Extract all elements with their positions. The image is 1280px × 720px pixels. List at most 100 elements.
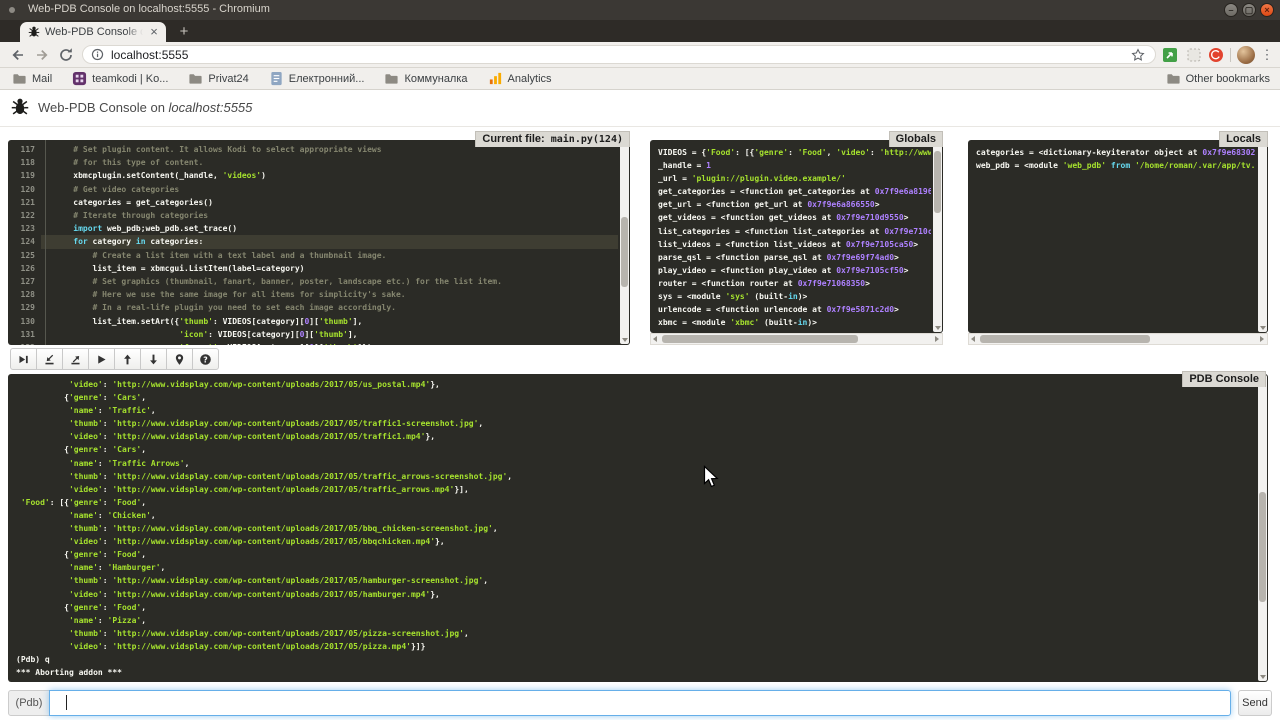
line-code: xbmcplugin.setContent(_handle, 'videos') <box>41 169 618 182</box>
scroll-right-arrow[interactable] <box>1257 334 1267 344</box>
help-button[interactable]: ? <box>192 348 219 370</box>
output-line: web_pdb = <module 'web_pdb' from '/home/… <box>976 159 1256 172</box>
line-number: 117 <box>8 143 41 156</box>
code-line-123: 123 import web_pdb;web_pdb.set_trace() <box>8 222 618 235</box>
scroll-left-arrow[interactable] <box>969 334 979 344</box>
code-line-122: 122 # Iterate through categories <box>8 209 618 222</box>
locals-hscroll-thumb[interactable] <box>980 335 1150 343</box>
up-button[interactable] <box>114 348 141 370</box>
red-circle-extension-icon[interactable] <box>1208 47 1224 63</box>
output-line: 'thumb': 'http://www.vidsplay.com/wp-con… <box>16 522 1254 535</box>
globals-scroll-thumb[interactable] <box>934 151 941 213</box>
line-code: # In a real-life plugin you need to set … <box>41 301 618 314</box>
code-scroll-thumb[interactable] <box>621 217 628 287</box>
scroll-right-arrow[interactable] <box>932 334 942 344</box>
maximize-button[interactable]: ▢ <box>1242 3 1256 17</box>
locals-vertical-scrollbar[interactable] <box>1258 141 1267 332</box>
forward-icon[interactable] <box>34 47 50 63</box>
site-info-icon[interactable] <box>91 48 104 61</box>
bookmark-label: Analytics <box>508 73 552 85</box>
output-line: 'video': 'http://www.vidsplay.com/wp-con… <box>16 640 1254 653</box>
bookmark-item-1[interactable]: Mail <box>12 71 52 86</box>
folder-icon <box>1166 71 1181 86</box>
line-code: # Create a list item with a text label a… <box>41 249 618 262</box>
line-number: 129 <box>8 301 41 314</box>
line-number: 131 <box>8 328 41 341</box>
output-line: {'genre': 'Food', <box>16 601 1254 614</box>
close-button[interactable]: × <box>1260 3 1274 17</box>
globals-hscroll-thumb[interactable] <box>662 335 858 343</box>
bookmark-item-3[interactable]: Privat24 <box>188 71 248 86</box>
console-scroll-thumb[interactable] <box>1259 492 1266 602</box>
bookmark-star-icon[interactable] <box>1131 48 1145 62</box>
where-icon <box>173 353 186 366</box>
line-number: 132 <box>8 341 41 345</box>
locals-panel: Locals categories = <dictionary-keyitera… <box>968 131 1268 345</box>
code-vertical-scrollbar[interactable] <box>620 141 629 344</box>
disabled-extension-icon[interactable] <box>1186 47 1202 63</box>
current-file-panel: Current file: main.py(124) 117 # Set plu… <box>8 131 630 345</box>
bookmark-item-4[interactable]: Електронний... <box>269 71 365 86</box>
step-button[interactable] <box>36 348 63 370</box>
tab-webpdb[interactable]: Web-PDB Console on loc × <box>20 22 166 42</box>
where-button[interactable] <box>166 348 193 370</box>
output-line: 'name': 'Traffic Arrows', <box>16 457 1254 470</box>
down-button[interactable] <box>140 348 167 370</box>
code-line-132: 132 'fanart': VIDEOS[category][0]['thumb… <box>8 341 618 345</box>
output-line: get_videos = <function get_videos at 0x7… <box>658 211 931 224</box>
globals-horizontal-scrollbar[interactable] <box>650 333 943 345</box>
code-line-131: 131 'icon': VIDEOS[category][0]['thumb']… <box>8 328 618 341</box>
line-code: 'fanart': VIDEOS[category][0]['thumb']}) <box>41 341 618 345</box>
maximize-icon: ▢ <box>1243 4 1255 16</box>
bookmark-item-2[interactable]: teamkodi | Ko... <box>72 71 168 86</box>
scroll-down-arrow[interactable] <box>620 335 629 344</box>
send-button[interactable]: Send <box>1238 690 1272 716</box>
output-line: 'video': 'http://www.vidsplay.com/wp-con… <box>16 378 1254 391</box>
other-bookmarks-button[interactable]: Other bookmarks <box>1166 71 1270 86</box>
minimize-button[interactable]: – <box>1224 3 1238 17</box>
line-number: 120 <box>8 183 41 196</box>
kodi-icon <box>72 71 87 86</box>
tab-close-icon[interactable]: × <box>146 24 162 40</box>
green-arrow-extension-icon[interactable] <box>1162 47 1178 63</box>
bookmarks-bar: Mail teamkodi | Ko... Privat24 Електронний.… <box>0 68 1280 90</box>
gutter-divider <box>45 140 46 345</box>
scroll-down-arrow[interactable] <box>1258 323 1267 332</box>
next-button[interactable] <box>10 348 37 370</box>
continue-button[interactable] <box>88 348 115 370</box>
line-code: # Get video categories <box>41 183 618 196</box>
scroll-down-arrow[interactable] <box>1258 672 1267 681</box>
browser-menu-icon[interactable]: ⋮ <box>1260 46 1274 64</box>
line-number: 126 <box>8 262 41 275</box>
bookmark-item-5[interactable]: Коммуналка <box>384 71 467 86</box>
pdb-command-input[interactable] <box>49 690 1231 716</box>
globals-label: Globals <box>889 131 943 147</box>
reload-icon[interactable] <box>58 47 74 63</box>
tab-strip: Web-PDB Console on loc × + <box>0 20 1280 42</box>
locals-view: categories = <dictionary-keyiterator obj… <box>968 140 1268 333</box>
address-bar[interactable]: localhost:5555 <box>82 45 1156 64</box>
doc-icon <box>269 71 284 86</box>
scroll-down-arrow[interactable] <box>933 323 942 332</box>
bookmark-item-6[interactable]: Analytics <box>488 71 552 86</box>
line-code: # Here we use the same image for all ite… <box>41 288 618 301</box>
back-icon[interactable] <box>10 47 26 63</box>
new-tab-button[interactable]: + <box>176 24 192 40</box>
output-line: router = <function router at 0x7f9e71068… <box>658 277 931 290</box>
analytics-icon <box>488 71 503 86</box>
pdb-console-view: 'video': 'http://www.vidsplay.com/wp-con… <box>8 374 1268 682</box>
line-code: # Iterate through categories <box>41 209 618 222</box>
locals-horizontal-scrollbar[interactable] <box>968 333 1268 345</box>
console-vertical-scrollbar[interactable] <box>1258 375 1267 681</box>
return-button[interactable] <box>62 348 89 370</box>
line-number: 130 <box>8 315 41 328</box>
scroll-left-arrow[interactable] <box>651 334 661 344</box>
output-line: 'thumb': 'http://www.vidsplay.com/wp-con… <box>16 417 1254 430</box>
browser-toolbar: localhost:5555 ⋮ <box>0 42 1280 68</box>
profile-avatar[interactable] <box>1237 46 1255 64</box>
globals-vertical-scrollbar[interactable] <box>933 141 942 332</box>
output-line: _handle = 1 <box>658 159 931 172</box>
line-number: 123 <box>8 222 41 235</box>
output-line: play_video = <function play_video at 0x7… <box>658 264 931 277</box>
line-number: 119 <box>8 169 41 182</box>
